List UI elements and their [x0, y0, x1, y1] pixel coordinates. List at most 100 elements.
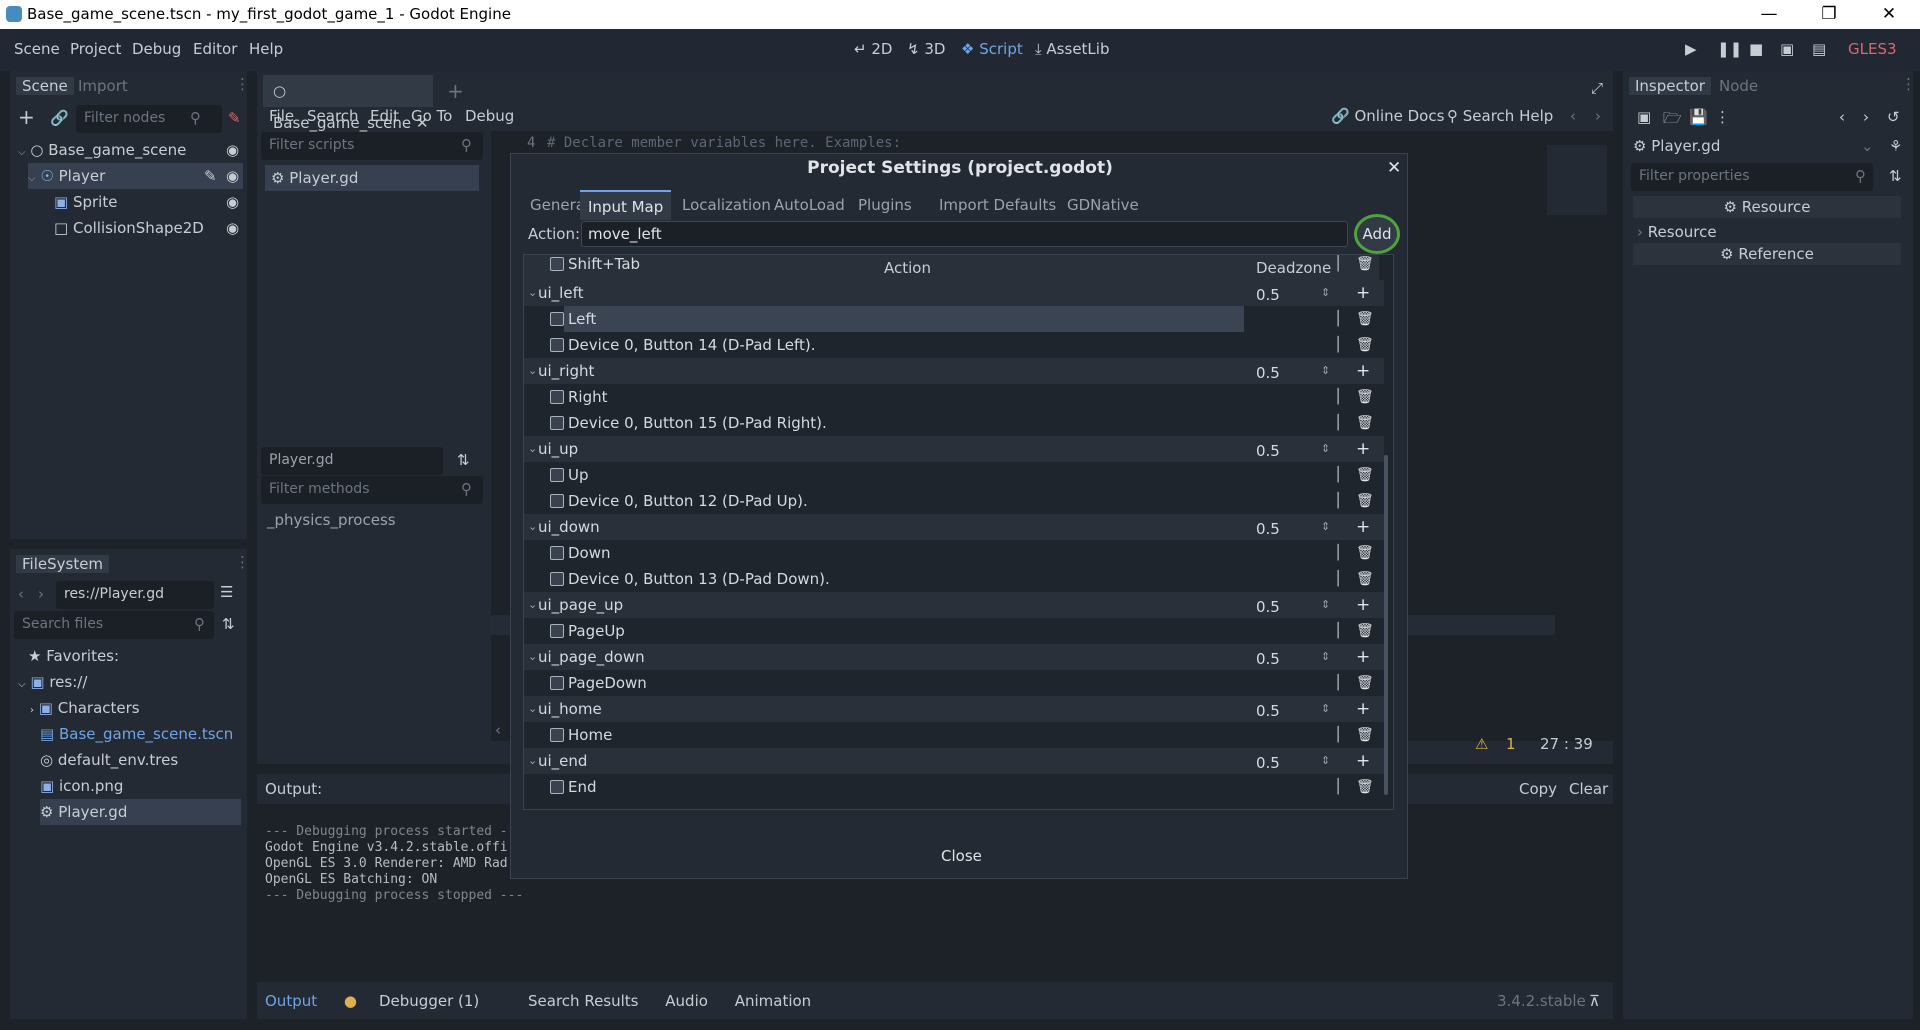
add-event-icon[interactable]: + — [1356, 696, 1370, 722]
add-event-icon[interactable]: + — [1356, 358, 1370, 384]
search-files-input[interactable]: Search files — [14, 611, 214, 639]
input-event-row[interactable]: Right │ 🗑 — [524, 384, 1384, 410]
trash-icon[interactable]: 🗑 — [1356, 722, 1374, 748]
input-event-row[interactable]: Home │ 🗑 — [524, 722, 1384, 748]
prev-script-icon[interactable]: ‹ — [1570, 107, 1576, 125]
action-group-row[interactable]: ⌄ ui_right 0.5 ⇕ + — [524, 358, 1384, 384]
method-item[interactable]: _physics_process — [267, 511, 396, 529]
fs-favorites[interactable]: ★ Favorites: — [28, 643, 119, 669]
play-custom-scene-icon[interactable]: ▤ — [1812, 40, 1826, 58]
link-icon[interactable]: 🔗 — [50, 109, 69, 127]
chevron-down-icon[interactable]: ⌄ — [528, 592, 537, 618]
input-event-row[interactable]: Down │ 🗑 — [524, 540, 1384, 566]
visibility-icon[interactable]: ◉ — [226, 163, 239, 189]
input-event-row[interactable]: PageUp │ 🗑 — [524, 618, 1384, 644]
search-help-button[interactable]: ⚲ Search Help — [1447, 107, 1553, 125]
edit-event-icon[interactable]: │ — [1334, 410, 1342, 436]
dialog-tab-input-map[interactable]: Input Map — [580, 190, 672, 220]
trash-icon[interactable]: 🗑 — [1356, 670, 1374, 696]
action-name-input[interactable] — [581, 221, 1348, 247]
split-view-icon[interactable]: ☰ — [220, 583, 233, 601]
forward-arrow-icon[interactable]: › — [38, 585, 44, 603]
add-event-icon[interactable]: + — [1356, 592, 1370, 618]
copy-button[interactable]: Copy — [1519, 780, 1557, 798]
new-resource-icon[interactable]: ▣ — [1637, 108, 1651, 126]
fs-env-file[interactable]: ◎ default_env.tres — [40, 747, 178, 773]
deadzone-spinbox[interactable]: 0.5 — [1252, 360, 1332, 382]
section-resource-header[interactable]: ⚙ Resource — [1633, 196, 1901, 218]
trash-icon[interactable]: 🗑 — [1356, 255, 1374, 277]
visibility-icon[interactable]: ◉ — [226, 215, 239, 241]
spin-arrows-icon[interactable]: ⇕ — [1321, 748, 1330, 774]
workspace-assetlib[interactable]: ⤓ AssetLib — [1035, 40, 1109, 58]
script-menu-goto[interactable]: Go To — [411, 107, 452, 125]
deadzone-spinbox[interactable]: 0.5 — [1252, 282, 1332, 304]
workspace-script[interactable]: ❖ Script — [961, 40, 1023, 58]
spin-arrows-icon[interactable]: ⇕ — [1321, 592, 1330, 618]
chevron-down-icon[interactable]: ⌄ — [528, 280, 537, 306]
close-dialog-button[interactable]: Close — [941, 847, 982, 865]
action-group-row[interactable]: ⌄ ui_page_up 0.5 ⇕ + — [524, 592, 1384, 618]
edit-event-icon[interactable]: │ — [1334, 306, 1342, 332]
dialog-tab-plugins[interactable]: Plugins — [850, 190, 920, 220]
tab-debugger[interactable]: ● Debugger (1) — [344, 992, 501, 1010]
chevron-down-icon[interactable]: ⌄ — [528, 436, 537, 462]
warning-icon[interactable]: ⚠ — [1475, 735, 1488, 753]
input-event-row[interactable]: Device 0, Button 14 (D-Pad Left). │ 🗑 — [524, 332, 1384, 358]
play-icon[interactable]: ▶ — [1685, 40, 1697, 58]
add-action-button[interactable]: Add — [1354, 214, 1400, 254]
dock-menu-icon[interactable]: ⋮ — [235, 553, 250, 571]
add-event-icon[interactable]: + — [1356, 748, 1370, 774]
edit-event-icon[interactable]: │ — [1334, 332, 1342, 358]
online-docs-button[interactable]: 🔗 Online Docs — [1331, 107, 1444, 125]
back-arrow-icon[interactable]: ‹ — [18, 585, 24, 603]
tab-base-game-scene[interactable]: ○ Base_game_scene ✕ — [263, 75, 433, 132]
trash-icon[interactable]: 🗑 — [1356, 774, 1374, 800]
tree-node-collisionshape[interactable]: □ CollisionShape2D ◉ — [54, 215, 243, 241]
chevron-down-icon[interactable]: ⌄ — [528, 748, 537, 774]
edit-event-icon[interactable]: │ — [1334, 774, 1342, 800]
script-menu-search[interactable]: Search — [307, 107, 359, 125]
add-node-icon[interactable]: + — [18, 105, 35, 129]
script-menu-debug[interactable]: Debug — [465, 107, 514, 125]
sort-icon[interactable]: ⇅ — [457, 451, 470, 469]
trash-icon[interactable]: 🗑 — [1356, 462, 1374, 488]
menu-editor[interactable]: Editor — [193, 40, 237, 58]
filter-methods-input[interactable]: Filter methods — [261, 476, 483, 504]
visibility-icon[interactable]: ◉ — [226, 189, 239, 215]
deadzone-spinbox[interactable]: 0.5 — [1252, 698, 1332, 720]
spin-arrows-icon[interactable]: ⇕ — [1321, 696, 1330, 722]
tab-audio[interactable]: Audio — [665, 992, 708, 1010]
input-event-row[interactable]: Left │ 🗑 — [524, 306, 1384, 332]
add-event-icon[interactable]: + — [1356, 514, 1370, 540]
input-event-row[interactable]: Device 0, Button 13 (D-Pad Down). │ 🗑 — [524, 566, 1384, 592]
sort-icon[interactable]: ⇅ — [222, 615, 235, 633]
filter-scripts-input[interactable]: Filter scripts — [261, 132, 483, 160]
fs-characters[interactable]: › ▣ Characters — [30, 695, 140, 721]
edit-event-icon[interactable]: │ — [1334, 255, 1342, 277]
spin-arrows-icon[interactable]: ⇕ — [1321, 358, 1330, 384]
history-icon[interactable]: ↺ — [1887, 108, 1900, 126]
filesystem-path[interactable]: res://Player.gd — [56, 581, 214, 609]
script-menu-file[interactable]: File — [269, 107, 294, 125]
pin-panel-icon[interactable]: ⊼ — [1589, 992, 1600, 1010]
chevron-down-icon[interactable]: ⌄ — [528, 644, 537, 670]
fullscreen-icon[interactable]: ⤢ — [1591, 79, 1603, 97]
object-selector[interactable]: ⚙ Player.gd ⌄ — [1633, 133, 1883, 159]
trash-icon[interactable]: 🗑 — [1356, 384, 1374, 410]
minimize-button[interactable]: — — [1746, 0, 1792, 29]
trash-icon[interactable]: 🗑 — [1356, 306, 1374, 332]
stop-icon[interactable]: ■ — [1749, 40, 1763, 58]
dialog-tab-localization[interactable]: Localization — [674, 190, 779, 220]
input-event-row[interactable]: PageDown │ 🗑 — [524, 670, 1384, 696]
trash-icon[interactable]: 🗑 — [1356, 488, 1374, 514]
tab-animation[interactable]: Animation — [735, 992, 811, 1010]
filesystem-title[interactable]: FileSystem — [16, 555, 110, 573]
edit-event-icon[interactable]: │ — [1334, 540, 1342, 566]
action-group-row[interactable]: ⌄ ui_down 0.5 ⇕ + — [524, 514, 1384, 540]
script-list-item[interactable]: ⚙ Player.gd — [265, 165, 479, 191]
script-menu-edit[interactable]: Edit — [370, 107, 399, 125]
action-group-row[interactable]: ⌄ ui_up 0.5 ⇕ + — [524, 436, 1384, 462]
pause-icon[interactable]: ❚❚ — [1717, 40, 1742, 58]
trash-icon[interactable]: 🗑 — [1356, 566, 1374, 592]
